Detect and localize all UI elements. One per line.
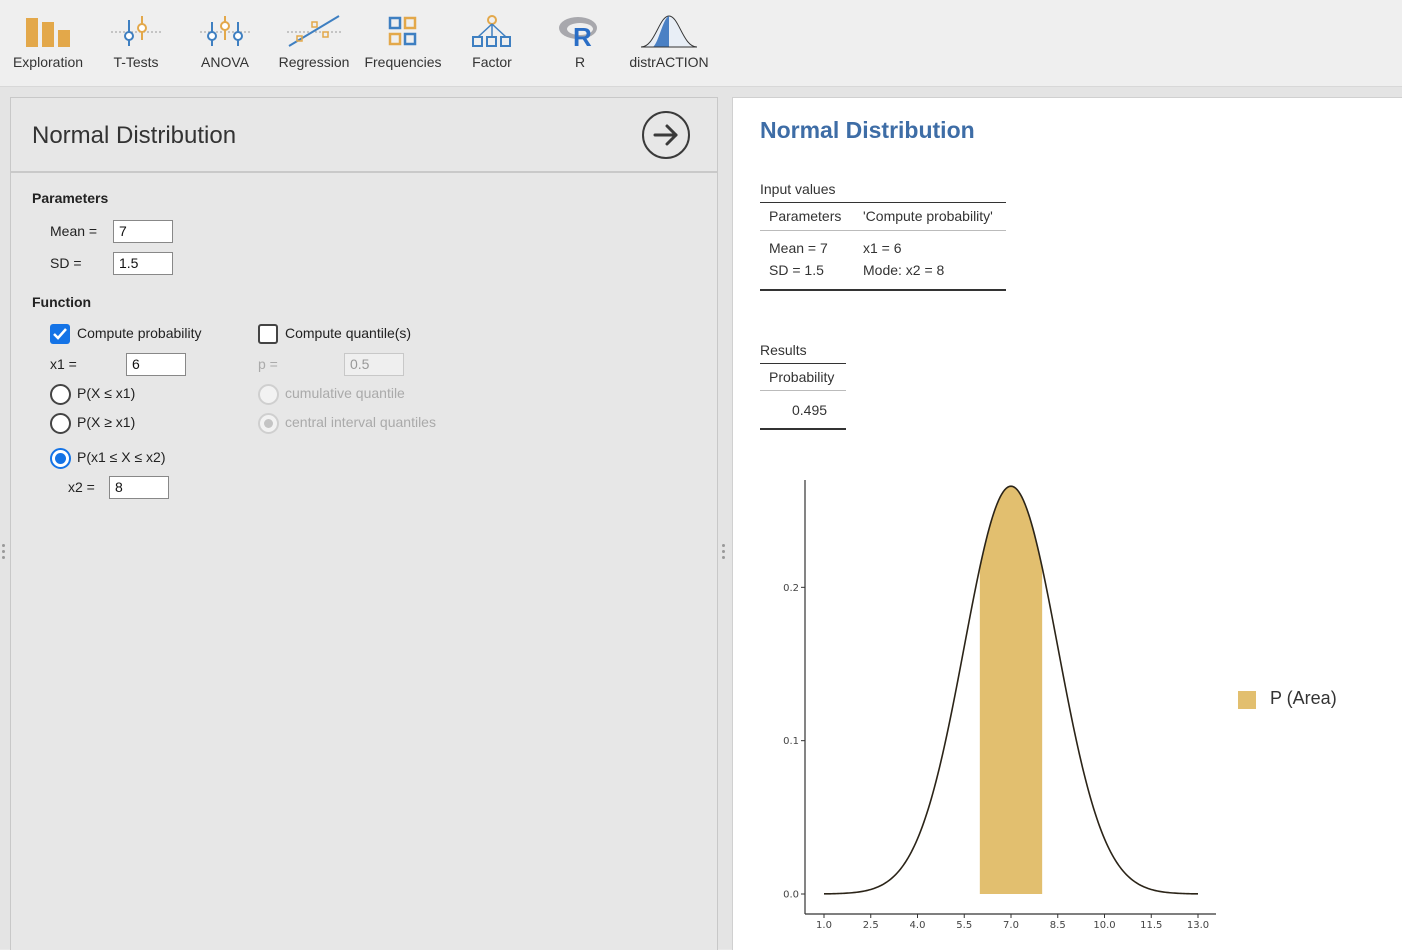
distraction-icon [626, 14, 712, 50]
options-header: Normal Distribution [11, 98, 717, 173]
input-table-cell: Mean = 7 [769, 240, 828, 256]
results-title: Normal Distribution [760, 117, 975, 143]
radio-p-less-equal-x1-label[interactable]: P(X ≤ x1) [77, 385, 135, 401]
frequencies-label: Frequencies [364, 54, 442, 70]
anova-icon [189, 14, 261, 50]
legend-label: P (Area) [1270, 688, 1337, 708]
x-tick-label: 11.5 [1140, 920, 1162, 931]
y-tick-label: 0.2 [783, 583, 799, 594]
exploration-button[interactable]: Exploration [6, 0, 90, 86]
radio-central-interval-quantiles-label[interactable]: central interval quantiles [285, 414, 436, 430]
t-tests-button[interactable]: T-Tests [100, 0, 172, 86]
options-panel: Normal Distribution Parameters Mean = 7 … [10, 97, 718, 950]
table-header-rule [760, 390, 846, 391]
input-table-cell: x1 = 6 [863, 240, 902, 256]
regression-label: Regression [278, 54, 350, 70]
regression-button[interactable]: Regression [274, 0, 354, 86]
panel-splitter-handle[interactable] [720, 540, 728, 564]
frequencies-icon [362, 14, 444, 50]
frequencies-button[interactable]: Frequencies [362, 0, 444, 86]
x-tick-label: 2.5 [863, 920, 879, 931]
x-tick-label: 4.0 [910, 920, 926, 931]
exploration-label: Exploration [12, 54, 84, 70]
left-splitter-handle[interactable] [0, 540, 8, 564]
x2-input[interactable]: 8 [109, 476, 169, 499]
options-title: Normal Distribution [32, 122, 237, 149]
arrow-right-icon [653, 124, 678, 146]
radio-p-less-equal-x1[interactable] [50, 384, 71, 405]
r-label: R [574, 54, 586, 70]
table-bottom-rule [760, 428, 846, 430]
compute-probability-checkbox[interactable] [50, 324, 70, 344]
compute-probability-label[interactable]: Compute probability [77, 325, 202, 341]
y-tick-label: 0.0 [783, 890, 799, 901]
t-tests-icon [100, 14, 172, 50]
distraction-label: distrACTION [629, 54, 709, 70]
p-label: p = [258, 356, 278, 372]
table-top-rule [760, 202, 1006, 203]
radio-p-greater-equal-x1[interactable] [50, 413, 71, 434]
table-bottom-rule [760, 289, 1006, 291]
sd-label: SD = [50, 255, 82, 271]
compute-quantiles-label[interactable]: Compute quantile(s) [285, 325, 411, 341]
ribbon-toolbar: Exploration T-Tests ANOVA Regression Fre… [0, 0, 1402, 87]
factor-icon [456, 14, 528, 50]
x-tick-label: 13.0 [1187, 920, 1209, 931]
factor-button[interactable]: Factor [456, 0, 528, 86]
x-tick-label: 1.0 [816, 920, 832, 931]
radio-p-between-x1-x2-label[interactable]: P(x1 ≤ X ≤ x2) [77, 449, 166, 465]
input-table-cell: SD = 1.5 [769, 262, 824, 278]
x1-label: x1 = [50, 356, 77, 372]
anova-label: ANOVA [201, 54, 249, 70]
run-analysis-button[interactable] [642, 111, 690, 159]
t-tests-label: T-Tests [113, 54, 159, 70]
probability-header: Probability [769, 369, 835, 385]
legend-swatch [1238, 691, 1256, 709]
input-table-header: Parameters [769, 208, 842, 224]
compute-quantiles-checkbox[interactable] [258, 324, 278, 344]
results-panel: Normal Distribution Input values Paramet… [732, 97, 1402, 950]
r-button[interactable]: R R [548, 0, 612, 86]
checkmark-icon [53, 328, 67, 340]
radio-p-between-x1-x2[interactable] [50, 448, 71, 469]
probability-area [979, 486, 1043, 894]
input-values-caption: Input values [760, 181, 836, 197]
p-input[interactable]: 0.5 [344, 353, 404, 376]
regression-icon [274, 14, 354, 50]
probability-value: 0.495 [792, 402, 828, 418]
distraction-button[interactable]: distrACTION [626, 0, 712, 86]
x-tick-label: 7.0 [1003, 920, 1019, 931]
input-table-header: 'Compute probability' [863, 208, 993, 224]
exploration-icon [6, 14, 90, 50]
mean-label: Mean = [50, 223, 98, 239]
table-top-rule [760, 363, 846, 364]
results-caption: Results [760, 342, 807, 358]
sd-input[interactable]: 1.5 [113, 252, 173, 275]
radio-cumulative-quantile-label[interactable]: cumulative quantile [285, 385, 405, 401]
anova-button[interactable]: ANOVA [189, 0, 261, 86]
x1-input[interactable]: 6 [126, 353, 186, 376]
parameters-heading: Parameters [32, 190, 109, 206]
normal-distribution-plot: 0.0 0.1 0.2 1.0 2.5 4.0 5.5 7.0 8.5 10.0 11.5 13.0 [783, 480, 1216, 931]
y-tick-label: 0.1 [783, 736, 799, 747]
x-tick-label: 8.5 [1050, 920, 1066, 931]
input-table-cell: Mode: x2 = 8 [863, 262, 945, 278]
table-header-rule [760, 230, 1006, 231]
radio-p-greater-equal-x1-label[interactable]: P(X ≥ x1) [77, 414, 135, 430]
x-tick-label: 10.0 [1093, 920, 1115, 931]
factor-label: Factor [472, 54, 512, 70]
r-logo-icon: R [548, 14, 612, 50]
x2-label: x2 = [68, 479, 95, 495]
x-tick-label: 5.5 [956, 920, 972, 931]
radio-central-interval-quantiles[interactable] [258, 413, 279, 434]
function-heading: Function [32, 294, 92, 310]
mean-input[interactable]: 7 [113, 220, 173, 243]
svg-text:R: R [573, 22, 592, 50]
radio-cumulative-quantile[interactable] [258, 384, 279, 405]
